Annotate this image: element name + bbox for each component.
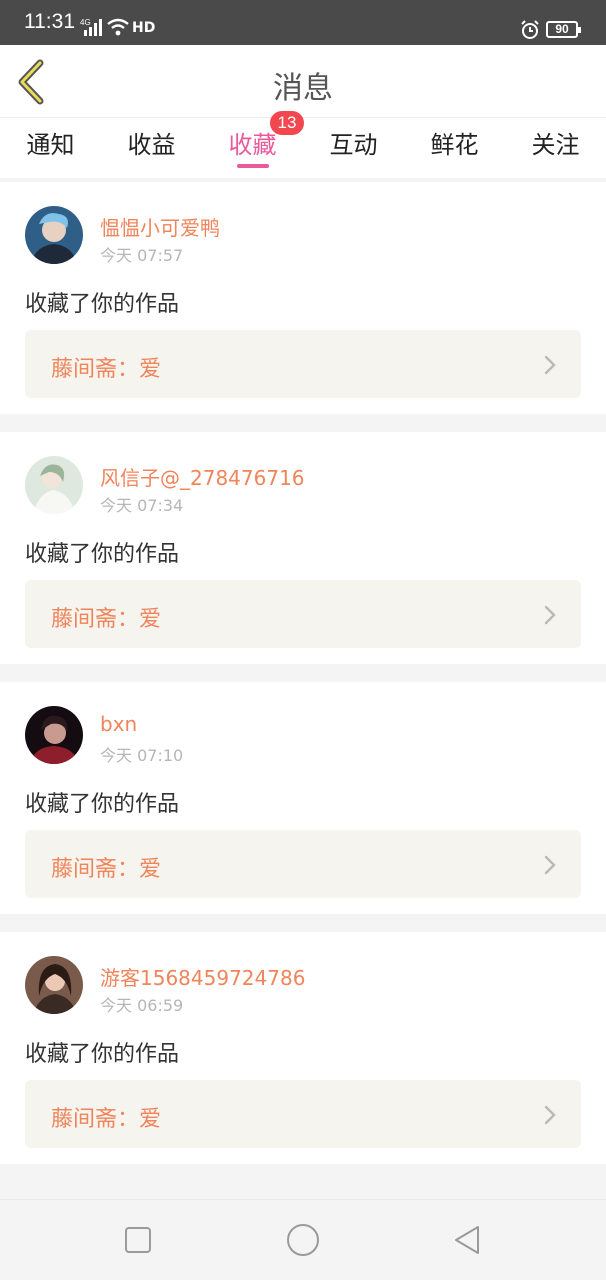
square-icon[interactable]	[120, 1222, 156, 1258]
page-title: 消息	[273, 71, 333, 106]
work-link[interactable]: 藤间斋：爱	[25, 830, 581, 898]
tab-label: 通知	[26, 131, 75, 159]
message-time: 今天 07:34	[100, 496, 184, 515]
tab-label: 鲜花	[430, 131, 479, 159]
work-title: 藤间斋：爱	[51, 607, 162, 632]
network-label: 4G	[80, 18, 91, 27]
message-time: 今天 06:59	[100, 996, 184, 1015]
message-card: 游客1568459724786 今天 06:59 收藏了你的作品 藤间斋：爱	[0, 932, 606, 1164]
tab-notifications[interactable]: 通知	[0, 118, 101, 178]
signal-icon: 4G	[80, 18, 102, 36]
message-card: bxn 今天 07:10 收藏了你的作品 藤间斋：爱	[0, 682, 606, 914]
active-tab-indicator	[237, 164, 269, 168]
tab-flowers[interactable]: 鲜花	[404, 118, 505, 178]
message-text: 收藏了你的作品	[25, 1042, 180, 1067]
battery-icon: 90	[546, 21, 581, 38]
message-card: 愠愠小可爱鸭 今天 07:57 收藏了你的作品 藤间斋：爱	[0, 182, 606, 414]
tab-interactions[interactable]: 互动	[303, 118, 404, 178]
work-title: 藤间斋：爱	[51, 1107, 162, 1132]
chevron-right-icon	[544, 855, 556, 875]
wifi-icon	[107, 18, 129, 36]
work-link[interactable]: 藤间斋：爱	[25, 1080, 581, 1148]
circle-icon[interactable]	[285, 1222, 321, 1258]
tab-label: 收益	[127, 131, 176, 159]
message-text: 收藏了你的作品	[25, 542, 180, 567]
username[interactable]: 游客1568459724786	[100, 962, 305, 991]
username[interactable]: 愠愠小可爱鸭	[100, 212, 220, 241]
tab-earnings[interactable]: 收益	[101, 118, 202, 178]
username[interactable]: 风信子@_278476716	[100, 462, 305, 491]
unread-badge: 13	[270, 111, 304, 135]
page-header: 消息	[0, 45, 606, 118]
tab-follows[interactable]: 关注	[505, 118, 606, 178]
avatar[interactable]	[25, 956, 83, 1014]
message-card: 风信子@_278476716 今天 07:34 收藏了你的作品 藤间斋：爱	[0, 432, 606, 664]
message-time: 今天 07:10	[100, 746, 184, 765]
tab-label: 收藏	[228, 131, 277, 159]
work-title: 藤间斋：爱	[51, 857, 162, 882]
system-nav-bar	[0, 1199, 606, 1280]
chevron-right-icon	[544, 1105, 556, 1125]
hd-indicator: HD	[132, 20, 156, 36]
tab-label: 互动	[329, 131, 378, 159]
work-title: 藤间斋：爱	[51, 357, 162, 382]
tab-favorites[interactable]: 收藏 13	[202, 111, 304, 178]
status-time: 11:31	[24, 10, 75, 33]
message-time: 今天 07:57	[100, 246, 184, 265]
alarm-icon	[521, 20, 539, 39]
avatar[interactable]	[25, 706, 83, 764]
avatar[interactable]	[25, 456, 83, 514]
status-bar: 11:31 4G HD 90	[0, 0, 606, 45]
tab-bar: 通知 收益 收藏 13 互动 鲜花 关注	[0, 111, 606, 178]
chevron-right-icon	[544, 355, 556, 375]
work-link[interactable]: 藤间斋：爱	[25, 580, 581, 648]
chevron-right-icon	[544, 605, 556, 625]
message-list: 愠愠小可爱鸭 今天 07:57 收藏了你的作品 藤间斋：爱 风信子@_27847…	[0, 182, 606, 1182]
username[interactable]: bxn	[100, 712, 137, 736]
message-text: 收藏了你的作品	[25, 292, 180, 317]
tab-label: 关注	[531, 131, 580, 159]
triangle-icon[interactable]	[450, 1222, 486, 1258]
work-link[interactable]: 藤间斋：爱	[25, 330, 581, 398]
message-text: 收藏了你的作品	[25, 792, 180, 817]
avatar[interactable]	[25, 206, 83, 264]
